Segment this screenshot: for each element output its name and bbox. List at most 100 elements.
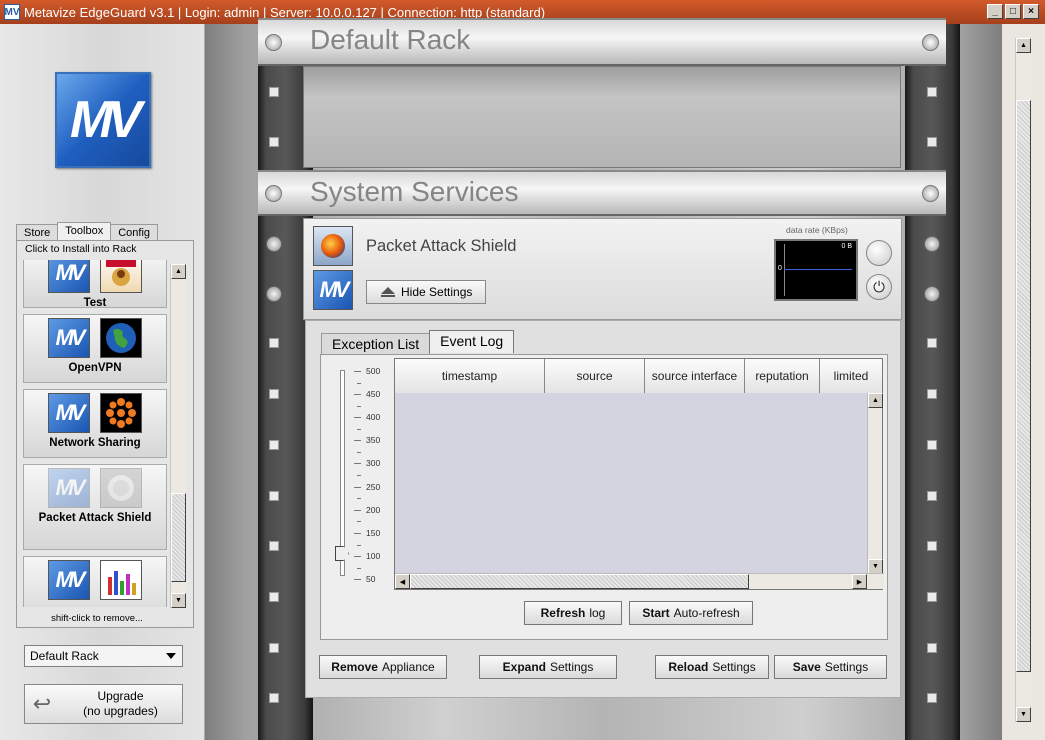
data-rate-graph: 0 B 0: [774, 239, 858, 301]
tapatio-icon: [100, 260, 142, 293]
metavize-icon: MV: [48, 560, 90, 600]
scroll-down-button[interactable]: ▼: [1016, 707, 1031, 722]
column-header-source-interface[interactable]: source interface: [645, 359, 745, 393]
rail-hole: [927, 541, 937, 551]
rail-hole: [927, 87, 937, 97]
scroll-left-button[interactable]: ◀: [395, 574, 410, 589]
table-horizontal-scrollbar[interactable]: ◀ ▶: [395, 573, 884, 589]
default-rack-header: Default Rack: [258, 18, 946, 66]
rail-hole: [927, 592, 937, 602]
rail-screw: [924, 286, 940, 302]
metavize-icon: MV: [313, 270, 353, 310]
remove-appliance-button[interactable]: Remove Appliance: [319, 655, 447, 679]
screw-icon: [265, 34, 282, 51]
column-header-source[interactable]: source: [545, 359, 645, 393]
rail-hole: [269, 87, 279, 97]
save-settings-button[interactable]: Save Settings: [774, 655, 887, 679]
scroll-down-button[interactable]: ▼: [868, 559, 883, 574]
scroll-up-button[interactable]: ▲: [868, 393, 883, 408]
toolbox-item-label: Test: [83, 297, 107, 309]
rail-hole: [269, 592, 279, 602]
eject-icon: [381, 286, 395, 297]
toolbox-item-label: Packet Attack Shield: [38, 512, 152, 524]
screw-icon: [922, 34, 939, 51]
rack-rail-right: [905, 24, 960, 740]
tab-event-log[interactable]: Event Log: [429, 330, 515, 353]
minimize-button[interactable]: _: [987, 4, 1003, 19]
appliance-name: Packet Attack Shield: [366, 237, 517, 255]
start-auto-refresh-button[interactable]: Start Auto-refresh: [629, 601, 753, 625]
rail-hole: [927, 338, 937, 348]
toolbox-item-network-sharing[interactable]: MV Network Sharing: [23, 389, 167, 458]
tab-config[interactable]: Config: [110, 224, 159, 241]
network-sharing-icon: [100, 393, 142, 433]
refresh-log-button[interactable]: Refresh log: [524, 601, 622, 625]
slider-tick-label: 500: [366, 366, 381, 376]
screw-icon: [922, 185, 939, 202]
reload-settings-button[interactable]: Reload Settings: [655, 655, 769, 679]
system-services-header: System Services: [258, 170, 946, 216]
column-header-limited[interactable]: limited: [820, 359, 882, 393]
power-button[interactable]: ⏻: [866, 274, 892, 300]
rack-scrollbar[interactable]: ▲ ▼: [1015, 38, 1031, 722]
scroll-up-button[interactable]: ▲: [1016, 38, 1031, 53]
rack-select[interactable]: Default Rack: [24, 645, 183, 667]
slider-tick-label: 250: [366, 482, 381, 492]
table-header: timestamp source source interface reputa…: [395, 359, 882, 393]
column-header-reputation[interactable]: reputation: [745, 359, 820, 393]
slider-tick-label: 200: [366, 505, 381, 515]
toolbox-item-test[interactable]: MV Test: [23, 260, 167, 309]
scroll-down-button[interactable]: ▼: [171, 593, 186, 608]
scroll-thumb[interactable]: [1016, 100, 1031, 672]
bar-chart-icon: [100, 560, 142, 600]
close-button[interactable]: ×: [1023, 4, 1039, 19]
chevron-down-icon: [166, 653, 176, 659]
remove-hint: shift-click to remove...: [51, 613, 143, 624]
expand-settings-button[interactable]: Expand Settings: [479, 655, 617, 679]
toolbox-item-reports[interactable]: MV: [23, 556, 167, 607]
scroll-thumb[interactable]: [410, 574, 749, 589]
log-limit-slider[interactable]: [340, 370, 345, 576]
settings-panel: Exception List Event Log 500 450 400 350…: [305, 320, 901, 698]
tab-exception-list[interactable]: Exception List: [321, 333, 431, 354]
toolbox-item-label: OpenVPN: [68, 362, 122, 374]
rail-hole: [927, 693, 937, 703]
system-services-title: System Services: [310, 176, 519, 207]
upgrade-button[interactable]: ↩ Upgrade (no upgrades): [24, 684, 183, 724]
toolbox-item-label: Network Sharing: [49, 437, 141, 449]
settings-tabs: Exception List Event Log: [321, 330, 515, 354]
rail-hole: [927, 440, 937, 450]
slider-thumb[interactable]: [335, 546, 349, 561]
data-rate-label: data rate (KBps): [786, 225, 848, 235]
rail-hole: [927, 491, 937, 501]
toolbox-panel: Click to Install into Rack MV Test MV Op…: [16, 240, 194, 628]
maximize-button[interactable]: □: [1005, 4, 1021, 19]
event-log-table: timestamp source source interface reputa…: [394, 358, 884, 590]
scroll-up-button[interactable]: ▲: [171, 264, 186, 279]
metavize-icon: MV: [48, 393, 90, 433]
slider-tick-label: 350: [366, 435, 381, 445]
default-rack-title: Default Rack: [310, 24, 471, 55]
table-vertical-scrollbar[interactable]: ▲ ▼: [867, 393, 883, 574]
tab-store[interactable]: Store: [16, 224, 59, 241]
scroll-thumb[interactable]: [171, 493, 186, 582]
rail-hole: [269, 338, 279, 348]
screw-icon: [265, 185, 282, 202]
slider-tick-label: 300: [366, 458, 381, 468]
toolbox-item-packet-attack-shield[interactable]: MV Packet Attack Shield: [23, 464, 167, 550]
column-header-timestamp[interactable]: timestamp: [395, 359, 545, 393]
rail-screw: [924, 236, 940, 252]
tab-toolbox[interactable]: Toolbox: [57, 222, 112, 241]
rail-hole: [269, 491, 279, 501]
toolbox-scrollbar[interactable]: ▲ ▼: [170, 264, 186, 608]
toolbox-item-openvpn[interactable]: MV OpenVPN: [23, 314, 167, 383]
shield-icon: [100, 468, 142, 508]
slider-tick-label: 400: [366, 412, 381, 422]
scroll-right-button[interactable]: ▶: [852, 574, 867, 589]
hide-settings-button[interactable]: Hide Settings: [366, 280, 486, 304]
metavize-icon: MV: [48, 468, 90, 508]
packet-attack-shield-icon: [313, 226, 353, 266]
left-panel: MV Store Toolbox Config Click to Install…: [0, 24, 205, 740]
upgrade-arrow-icon: ↩: [32, 691, 52, 716]
power-icon: ⏻: [873, 278, 885, 296]
